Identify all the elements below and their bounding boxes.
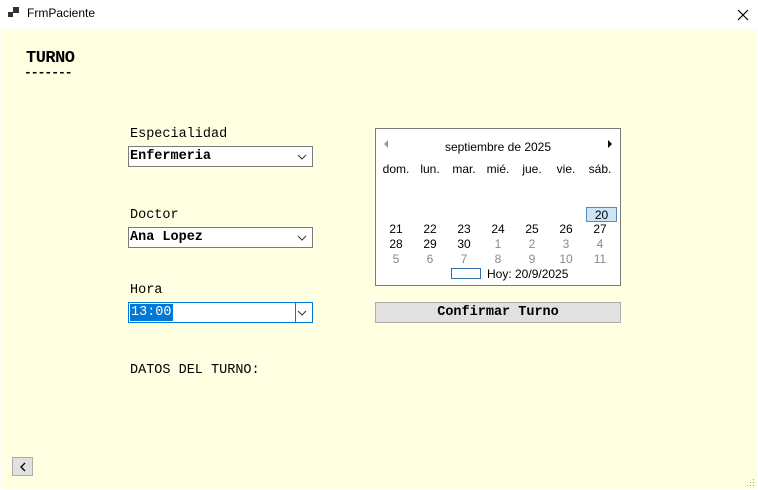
back-button[interactable]	[12, 457, 33, 476]
especialidad-value: Enfermeria	[130, 149, 212, 164]
form-client-area: TURNO ------- Especialidad Enfermeria Do…	[1, 29, 757, 489]
calendar-day[interactable]: 28	[379, 237, 413, 252]
calendar-weekday: dom.	[382, 162, 410, 176]
title-bar: FrmPaciente	[0, 0, 758, 29]
calendar-month-label[interactable]: septiembre de 2025	[376, 140, 620, 154]
confirm-turno-button[interactable]: Confirmar Turno	[375, 302, 621, 323]
calendar-weekday: lun.	[420, 162, 440, 176]
calendar-day[interactable]: 11	[583, 252, 617, 267]
calendar-day[interactable]: 5	[379, 252, 413, 267]
calendar-day[interactable]: 10	[549, 252, 583, 267]
calendar-day[interactable]: 3	[549, 237, 583, 252]
especialidad-combobox[interactable]: Enfermeria	[128, 146, 313, 167]
especialidad-label: Especialidad	[130, 127, 228, 142]
hora-combobox[interactable]: 13:00	[128, 302, 313, 323]
close-button[interactable]	[728, 0, 758, 29]
calendar-weekday: sáb.	[588, 162, 612, 176]
calendar-day[interactable]: 21	[379, 222, 413, 237]
calendar-day-selected[interactable]: 20	[586, 207, 617, 222]
chevron-down-icon	[297, 310, 307, 316]
title-underline: -------	[24, 65, 73, 80]
today-marker	[451, 268, 481, 279]
app-icon	[8, 7, 19, 17]
close-icon	[737, 9, 749, 20]
calendar-weekday: mar.	[452, 162, 476, 176]
calendar-day[interactable]: 22	[413, 222, 447, 237]
datos-turno-label: DATOS DEL TURNO:	[130, 363, 260, 378]
calendar-day[interactable]: 4	[583, 237, 617, 252]
doctor-combobox[interactable]: Ana Lopez	[128, 227, 313, 248]
next-month-icon[interactable]	[606, 139, 614, 149]
today-label[interactable]: Hoy: 20/9/2025	[487, 268, 568, 281]
calendar-weekday: jue.	[522, 162, 542, 176]
window-title: FrmPaciente	[27, 6, 96, 20]
calendar-day[interactable]: 24	[481, 222, 515, 237]
calendar-weekday: mié.	[486, 162, 510, 176]
calendar-day[interactable]: 6	[413, 252, 447, 267]
hora-label: Hora	[130, 283, 163, 298]
calendar-day[interactable]: 27	[583, 222, 617, 237]
calendar-day[interactable]: 26	[549, 222, 583, 237]
hora-value: 13:00	[130, 304, 173, 321]
chevron-down-icon	[297, 235, 307, 241]
calendar-day[interactable]: 2	[515, 237, 549, 252]
calendar-day[interactable]: 25	[515, 222, 549, 237]
calendar-day[interactable]: 1	[481, 237, 515, 252]
month-calendar[interactable]: septiembre de 2025 dom. lun. mar. mié. jue. v…	[375, 128, 621, 286]
calendar-day[interactable]: 9	[515, 252, 549, 267]
doctor-value: Ana Lopez	[130, 230, 203, 245]
chevron-left-icon	[19, 462, 25, 471]
calendar-day[interactable]: 7	[447, 252, 481, 267]
doctor-label: Doctor	[130, 208, 179, 223]
calendar-day[interactable]: 29	[413, 237, 447, 252]
calendar-day[interactable]: 23	[447, 222, 481, 237]
resize-grip-icon[interactable]	[745, 477, 755, 487]
calendar-weekday: vie.	[556, 162, 576, 176]
chevron-down-icon	[297, 154, 307, 160]
calendar-day[interactable]: 30	[447, 237, 481, 252]
calendar-day[interactable]: 8	[481, 252, 515, 267]
